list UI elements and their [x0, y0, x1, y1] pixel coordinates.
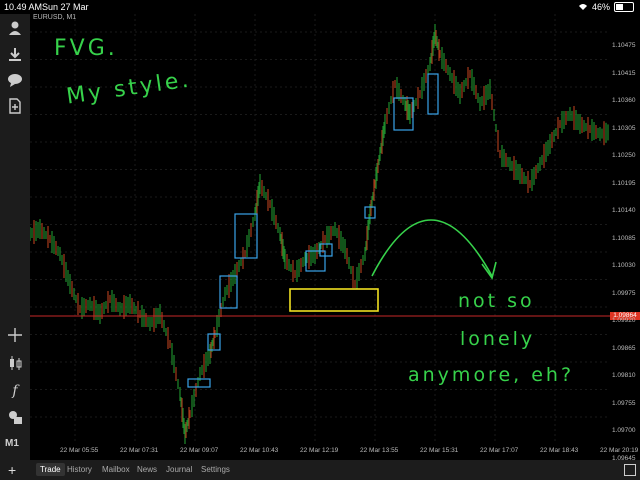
price-tick-label: 1.10415 — [612, 69, 636, 77]
objects-icon[interactable] — [7, 409, 23, 425]
price-tick-label: 1.10085 — [612, 234, 636, 242]
arrow-curve — [371, 219, 493, 277]
tab-history[interactable]: History — [67, 465, 92, 474]
document-icon[interactable] — [7, 98, 23, 114]
price-tick-label: 1.10305 — [612, 124, 636, 132]
price-tick-label: 1.09920 — [612, 317, 636, 324]
time-tick-label: 22 Mar 10:43 — [240, 447, 279, 454]
layout-icon[interactable] — [624, 464, 636, 476]
price-axis: 1.09864 1.10475 1.10415 1.10360 1.10305 1.10… — [610, 14, 640, 462]
status-right: 46% — [578, 2, 634, 12]
candlestick-icon[interactable] — [7, 355, 23, 371]
time-tick-label: 22 Mar 09:07 — [180, 447, 219, 454]
price-tick-label: 1.10475 — [612, 42, 636, 49]
function-icon[interactable]: f — [7, 383, 23, 399]
price-tick-label: 1.10360 — [612, 97, 636, 104]
clock: 10.49 AM — [4, 2, 43, 12]
date: Sun 27 Mar — [42, 2, 89, 12]
download-icon[interactable] — [7, 46, 23, 62]
chart-area[interactable]: EURUSD, M1 FVG. My style. not so lonely … — [30, 14, 610, 460]
timeframe-label[interactable]: M1 — [5, 438, 19, 449]
time-tick-label: 22 Mar 20:19 — [600, 447, 639, 454]
fvg-box — [427, 73, 439, 115]
annotation-lonely: lonely — [460, 328, 536, 350]
battery-text: 46% — [591, 2, 610, 12]
wifi-icon — [578, 4, 587, 10]
fvg-box — [234, 213, 258, 259]
tab-mailbox[interactable]: Mailbox — [102, 465, 130, 474]
tab-settings[interactable]: Settings — [201, 465, 230, 474]
time-axis: 22 Mar 05:55 22 Mar 07:31 22 Mar 09:07 22 M… — [30, 444, 638, 458]
bottom-tab-bar: + Trade History Mailbox News Journal Set… — [0, 460, 640, 480]
highlight-box — [289, 288, 379, 312]
annotation-anymore: anymore, eh? — [408, 364, 575, 386]
time-tick-label: 22 Mar 15:31 — [420, 447, 459, 454]
add-icon[interactable]: + — [8, 462, 16, 478]
status-bar: 10.49 AM Sun 27 Mar 46% — [0, 0, 640, 14]
price-tick-label: 1.09810 — [612, 372, 636, 379]
time-tick-label: 22 Mar 17:07 — [480, 447, 519, 454]
fvg-box — [319, 243, 333, 257]
crosshair-icon[interactable] — [7, 327, 23, 343]
chat-icon[interactable] — [7, 72, 23, 88]
price-tick-label: 1.09975 — [612, 289, 636, 297]
price-tick-label: 1.09755 — [612, 399, 636, 407]
price-tick-label: 1.10140 — [612, 207, 636, 214]
time-tick-label: 22 Mar 05:55 — [60, 447, 99, 454]
left-toolbar: f M1 — [0, 14, 30, 460]
person-icon[interactable] — [7, 20, 23, 36]
price-tick-label: 1.09865 — [612, 344, 636, 352]
battery-fill — [616, 4, 624, 10]
tab-trade[interactable]: Trade — [36, 463, 65, 476]
battery-icon — [614, 2, 634, 12]
time-tick-label: 22 Mar 07:31 — [120, 447, 159, 454]
tab-journal[interactable]: Journal — [166, 465, 192, 474]
price-tick-label: 1.10030 — [612, 262, 636, 269]
tab-news[interactable]: News — [137, 465, 157, 474]
time-tick-label: 22 Mar 18:43 — [540, 447, 579, 454]
price-tick-label: 1.10195 — [612, 179, 636, 187]
price-tick-label: 1.09700 — [612, 427, 636, 434]
time-tick-label: 22 Mar 12:19 — [300, 447, 339, 454]
annotation-fvg: FVG. — [54, 36, 118, 61]
price-tick-label: 1.10250 — [612, 152, 636, 159]
time-tick-label: 22 Mar 13:55 — [360, 447, 399, 454]
fvg-box — [187, 378, 211, 388]
annotation-not-so: not so — [458, 290, 535, 312]
